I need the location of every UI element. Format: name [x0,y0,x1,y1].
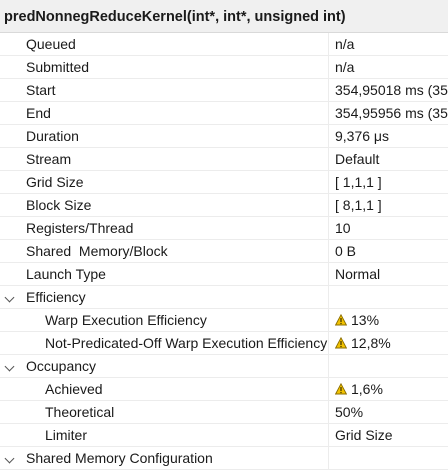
property-row-submitted[interactable]: Submitted n/a [0,56,448,79]
property-value: Default [335,151,380,167]
value-text: 12,8% [351,335,391,351]
property-label: Start [26,82,56,98]
property-row-queued[interactable]: Queued n/a [0,33,448,56]
value-text: 13% [351,312,380,328]
property-value [335,286,448,309]
group-row-occupancy[interactable]: Occupancy [0,355,448,378]
property-value: [ 1,1,1 ] [335,174,382,190]
property-row-registers-thread[interactable]: Registers/Thread 10 [0,217,448,240]
property-row-warp-execution-efficiency[interactable]: Warp Execution Efficiency 13% [0,309,448,332]
property-row-block-size[interactable]: Block Size [ 8,1,1 ] [0,194,448,217]
group-label: Occupancy [26,358,97,374]
property-value: n/a [335,59,355,75]
property-label: Stream [26,151,72,167]
property-value: 0 B [335,243,357,259]
property-label: Block Size [26,197,92,213]
property-row-duration[interactable]: Duration 9,376 μs [0,125,448,148]
property-value: n/a [335,36,355,52]
chevron-down-icon[interactable] [4,361,15,372]
kernel-title: predNonnegReduceKernel(int*, int*, unsig… [0,0,448,33]
property-value: 12,8% [335,332,448,355]
property-value: Grid Size [335,427,393,443]
warning-triangle-icon [335,337,347,349]
property-row-theoretical[interactable]: Theoretical 50% [0,401,448,424]
property-label: Queued [26,36,76,52]
property-label: Theoretical [45,404,115,420]
property-label: Registers/Thread [26,220,134,236]
property-row-end[interactable]: End 354,95956 ms (35 [0,102,448,125]
property-label: Grid Size [26,174,84,190]
property-value: 1,6% [335,378,448,401]
property-label: Shared Memory/Block [26,243,168,259]
warning-triangle-icon [335,314,347,326]
property-row-grid-size[interactable]: Grid Size [ 1,1,1 ] [0,171,448,194]
value-text: 1,6% [351,381,383,397]
property-value: Normal [335,266,381,282]
property-value: 13% [335,309,448,332]
property-row-start[interactable]: Start 354,95018 ms (35 [0,79,448,102]
property-label: End [26,105,51,121]
property-value: [ 8,1,1 ] [335,197,382,213]
property-row-launch-type[interactable]: Launch Type Normal [0,263,448,286]
property-label: Launch Type [26,266,106,282]
group-label: Shared Memory Configuration [26,450,213,466]
property-row-limiter[interactable]: Limiter Grid Size [0,424,448,447]
group-label: Efficiency [26,289,86,305]
group-row-efficiency[interactable]: Efficiency [0,286,448,309]
property-label: Warp Execution Efficiency [45,312,207,328]
property-value [335,355,448,378]
property-label: Limiter [45,427,88,443]
property-label: Submitted [26,59,90,75]
property-value: 10 [335,220,351,236]
property-value [335,447,448,470]
property-row-achieved[interactable]: Achieved 1,6% [0,378,448,401]
property-label: Duration [26,128,79,144]
property-label: Achieved [45,381,103,397]
warning-triangle-icon [335,383,347,395]
property-value: 354,95956 ms (35 [335,105,448,121]
chevron-down-icon[interactable] [4,292,15,303]
property-value: 50% [335,404,364,420]
property-row-stream[interactable]: Stream Default [0,148,448,171]
property-value: 354,95018 ms (35 [335,82,448,98]
property-label: Not-Predicated-Off Warp Execution Effici… [45,335,328,351]
group-row-shared-memory-configuration[interactable]: Shared Memory Configuration [0,447,448,470]
property-value: 9,376 μs [335,128,389,144]
properties-tree: Queued n/a Submitted n/a Start 354,95018… [0,33,448,470]
property-row-shared-memory-block[interactable]: Shared Memory/Block 0 B [0,240,448,263]
property-row-not-predicated-off-warp-execution-efficiency[interactable]: Not-Predicated-Off Warp Execution Effici… [0,332,448,355]
